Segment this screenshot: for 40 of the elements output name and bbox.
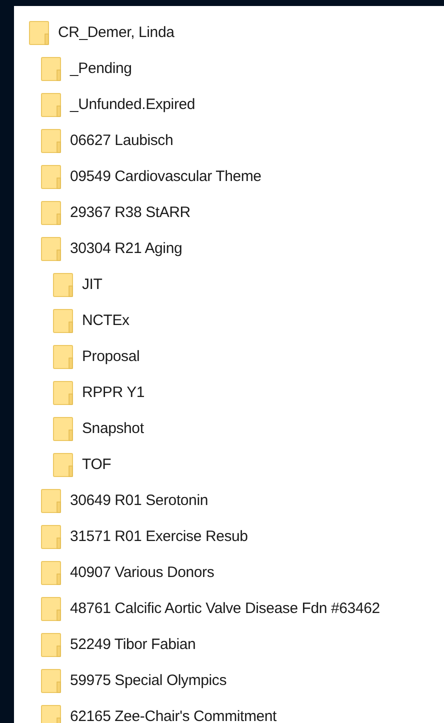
- folder-icon: [53, 345, 73, 369]
- folder-item[interactable]: 30304 R21 Aging: [70, 238, 182, 260]
- folder-item[interactable]: _Unfunded.Expired: [70, 94, 196, 116]
- folder-icon: [41, 633, 61, 657]
- folder-icon: [41, 201, 61, 225]
- folder-icon: [41, 669, 61, 693]
- folder-item[interactable]: TOF: [82, 454, 112, 476]
- folder-icon: [53, 381, 73, 405]
- folder-icon: [29, 21, 49, 45]
- folder-item[interactable]: 48761 Calcific Aortic Valve Disease Fdn #63462: [70, 598, 380, 620]
- folder-item[interactable]: 59975 Special Olympics: [70, 670, 227, 692]
- folder-icon: [41, 165, 61, 189]
- folder-item[interactable]: NCTEx: [82, 310, 130, 332]
- folder-icon: [41, 93, 61, 117]
- folder-item[interactable]: 09549 Cardiovascular Theme: [70, 166, 262, 188]
- folder-item[interactable]: CR_Demer, Linda: [58, 22, 174, 44]
- folder-icon: [41, 525, 61, 549]
- folder-item[interactable]: 31571 R01 Exercise Resub: [70, 526, 248, 548]
- folder-icon: [53, 273, 73, 297]
- folder-icon: [41, 489, 61, 513]
- folder-icon: [41, 561, 61, 585]
- folder-item[interactable]: 06627 Laubisch: [70, 130, 174, 152]
- folder-icon: [53, 453, 73, 477]
- folder-icon: [41, 237, 61, 261]
- folder-icon: [41, 129, 61, 153]
- folder-icon: [41, 57, 61, 81]
- folder-item[interactable]: 62165 Zee-Chair's Commitment: [70, 706, 277, 723]
- folder-icon: [53, 309, 73, 333]
- folder-item[interactable]: 52249 Tibor Fabian: [70, 634, 196, 656]
- folder-item[interactable]: Proposal: [82, 346, 140, 368]
- folder-item[interactable]: _Pending: [70, 58, 132, 80]
- folder-item[interactable]: 30649 R01 Serotonin: [70, 490, 208, 512]
- folder-item[interactable]: 40907 Various Donors: [70, 562, 214, 584]
- folder-icon: [53, 417, 73, 441]
- folder-item[interactable]: 29367 R38 StARR: [70, 202, 190, 224]
- folder-item[interactable]: Snapshot: [82, 418, 144, 440]
- folder-icon: [41, 597, 61, 621]
- folder-icon: [41, 705, 61, 723]
- folder-item[interactable]: JIT: [82, 274, 102, 296]
- folder-item[interactable]: RPPR Y1: [82, 382, 145, 404]
